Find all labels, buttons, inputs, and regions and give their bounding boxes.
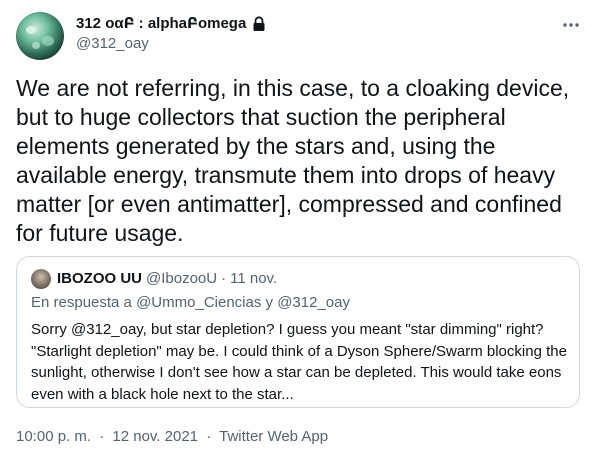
lock-icon (252, 16, 266, 32)
quoted-author-avatar (31, 269, 51, 289)
tweet-text: We are not referring, in this case, to a… (16, 75, 570, 246)
avatar-detail (26, 26, 36, 34)
tweet-metadata: 10:00 p. m. · 12 nov. 2021 · Twitter Web… (16, 427, 328, 447)
quoted-tweet-date: 11 nov. (230, 270, 278, 287)
reply-and: y (265, 294, 274, 311)
tweet: 312 οαԲ : alphaԲomega @312_oay We are no… (0, 0, 598, 462)
author-handle[interactable]: @312_oay (76, 34, 266, 54)
quoted-author-name: IBOZOO UU (57, 270, 142, 287)
quoted-tweet-text: Sorry @312_oay, but star depletion? I gu… (31, 321, 567, 403)
tweet-source[interactable]: Twitter Web App (219, 428, 328, 445)
reply-mention-2: @312_oay (277, 294, 350, 311)
reply-mention-1: @Ummo_Ciencias (136, 294, 262, 311)
tweet-timestamp[interactable]: 10:00 p. m. (16, 428, 91, 445)
avatar-detail (32, 42, 40, 49)
author-avatar[interactable] (16, 12, 64, 60)
reply-prefix: En respuesta a (31, 294, 132, 311)
quoted-reply-context: En respuesta a @Ummo_Ciencias y @312_oay (31, 293, 350, 313)
separator-dot: · (206, 428, 212, 445)
quoted-author-handle: @IbozooU (146, 270, 218, 287)
author-display-name[interactable]: 312 οαԲ : alphaԲomega (76, 14, 246, 34)
more-horizontal-icon[interactable] (560, 14, 582, 36)
author-info: 312 οαԲ : alphaԲomega @312_oay (76, 14, 266, 54)
author-name-row[interactable]: 312 οαԲ : alphaԲomega (76, 14, 266, 34)
tweet-date[interactable]: 12 nov. 2021 (112, 428, 198, 445)
avatar-detail (42, 36, 54, 46)
quoted-tweet-header: IBOZOO UU @IbozooU · 11 nov. (31, 269, 277, 289)
separator-dot: · (99, 428, 105, 445)
separator-dot: · (221, 270, 227, 287)
quoted-tweet-card[interactable]: IBOZOO UU @IbozooU · 11 nov. En respuest… (16, 256, 580, 408)
